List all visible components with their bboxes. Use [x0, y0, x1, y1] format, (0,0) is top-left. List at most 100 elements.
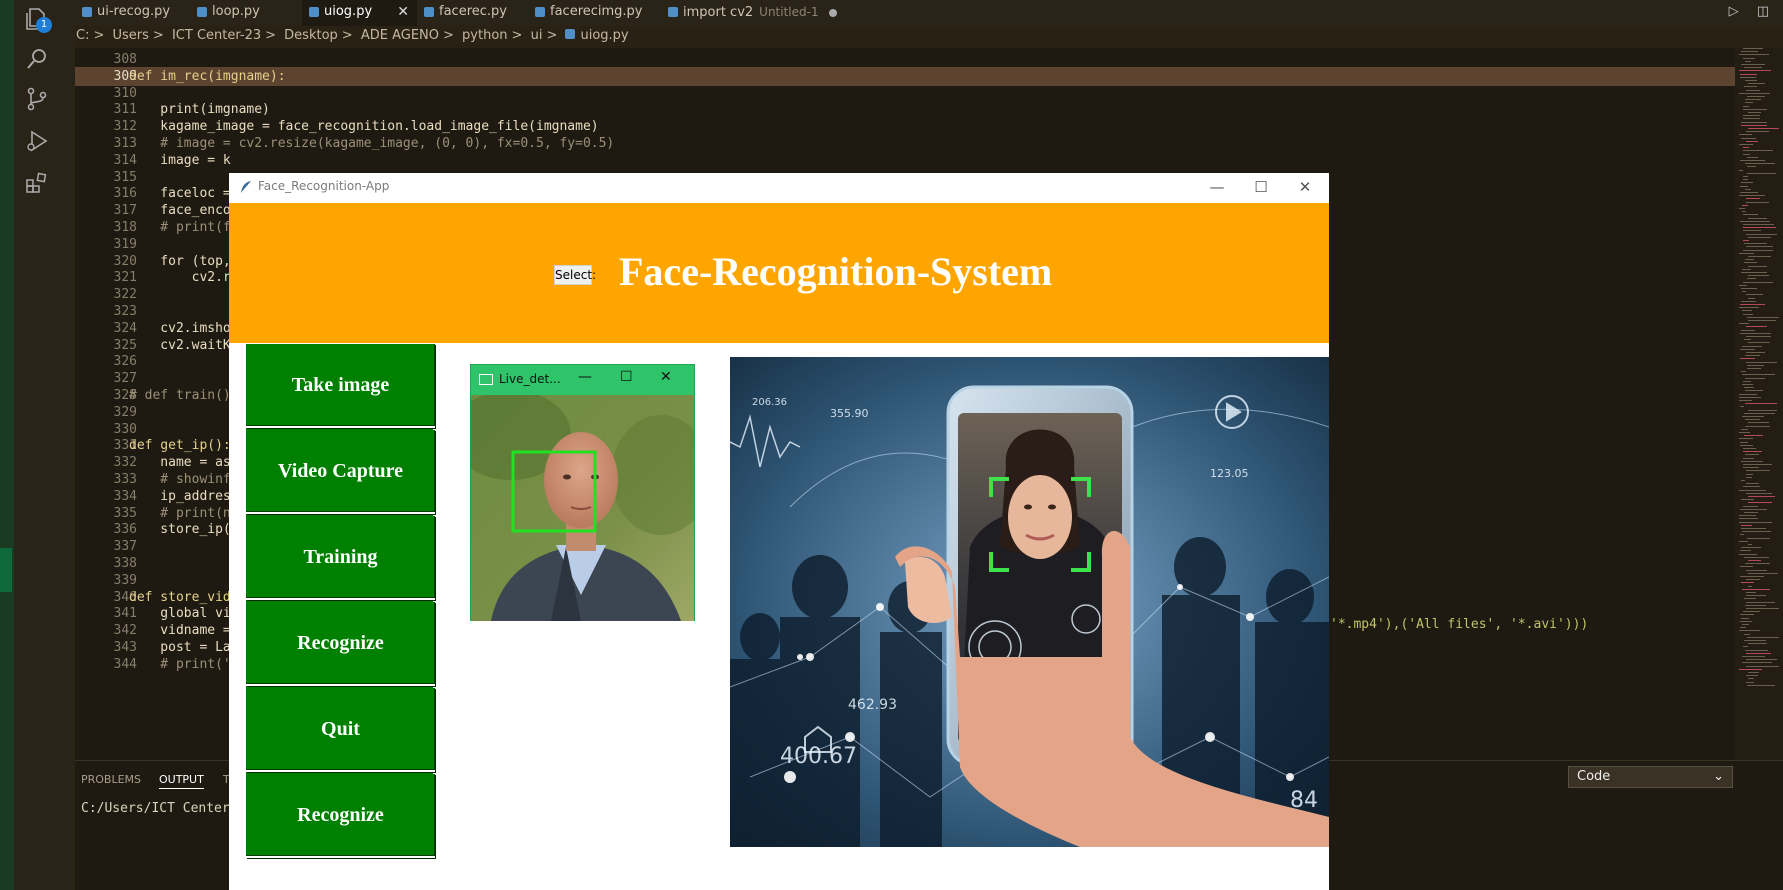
live-window-title: Live_det...: [499, 372, 561, 386]
minimap-line: [1746, 233, 1777, 235]
maximize-icon[interactable]: ☐: [620, 369, 633, 385]
minimap-line: [1748, 672, 1759, 673]
tab-output[interactable]: OUTPUT: [159, 773, 204, 789]
minimap-line: [1742, 662, 1772, 664]
minimap-line: [1746, 569, 1767, 571]
minimap-line: [1741, 371, 1746, 373]
extensions-icon[interactable]: [24, 170, 50, 196]
minimap-line: [1743, 448, 1756, 449]
tab-ui-recog[interactable]: ui-recog.py: [75, 0, 190, 26]
maximize-icon[interactable]: ☐: [1239, 173, 1283, 203]
search-icon[interactable]: [24, 46, 50, 72]
minimap-line: [1745, 403, 1777, 405]
minimap-line: [1740, 192, 1758, 193]
minimap-line: [1743, 118, 1760, 120]
minimap-line: [1743, 179, 1748, 181]
minimap-line: [1742, 416, 1764, 417]
minimap-line: [1741, 137, 1756, 139]
tab-problems[interactable]: PROBLEMS: [81, 773, 141, 786]
line-number: 344: [113, 656, 137, 672]
tab-uiog[interactable]: uiog.py ✕: [302, 0, 417, 26]
tab-facerecimg[interactable]: facerecimg.py: [528, 0, 661, 26]
minimap-line: [1739, 438, 1753, 440]
select-button[interactable]: Select:: [554, 265, 596, 285]
minimap-line: [1748, 128, 1779, 129]
minimap-line: [1747, 96, 1765, 97]
close-tab-icon[interactable]: ✕: [397, 0, 409, 24]
minimap-line: [1746, 675, 1758, 677]
minimap-line: [1740, 620, 1752, 622]
minimap-line: [1743, 281, 1773, 283]
tab-facerec[interactable]: facerec.py: [417, 0, 528, 26]
minimap-line: [1739, 553, 1757, 555]
minimap-line: [1745, 80, 1757, 81]
minimap-line: [1747, 364, 1764, 366]
minimap-line: [1747, 368, 1761, 369]
minimap[interactable]: [1735, 48, 1783, 760]
minimize-icon[interactable]: —: [1195, 173, 1239, 203]
minimap-line: [1747, 684, 1775, 686]
minimap-line: [1741, 428, 1748, 430]
split-editor-icon[interactable]: ◫: [1757, 4, 1769, 19]
minimap-line: [1739, 54, 1769, 56]
minimap-line: [1746, 476, 1752, 478]
minimap-line: [1748, 342, 1770, 344]
minimap-line: [1739, 323, 1749, 325]
minimap-line: [1739, 144, 1753, 145]
minimap-line: [1747, 278, 1756, 280]
overlay-number: 355.90: [830, 407, 869, 420]
minimap-line: [1746, 652, 1771, 654]
video-capture-button[interactable]: Video Capture: [246, 430, 435, 514]
tab-untitled[interactable]: import cv2 Untitled-1: [661, 0, 841, 26]
minimap-line: [1741, 480, 1745, 481]
minimize-icon[interactable]: —: [578, 369, 592, 385]
minimap-line: [1740, 444, 1753, 446]
quit-button[interactable]: Quit: [246, 688, 435, 772]
minimap-line: [1748, 422, 1769, 424]
person-photo: [471, 395, 694, 621]
minimap-line: [1748, 643, 1767, 645]
training-button[interactable]: Training: [246, 516, 435, 600]
take-image-button[interactable]: Take image: [246, 344, 435, 428]
overlay-number: 462.93: [848, 697, 897, 713]
explorer-badge: 1: [36, 17, 52, 33]
minimap-line: [1743, 150, 1773, 152]
desktop-strip: [0, 0, 14, 890]
recognize-button[interactable]: Recognize: [246, 602, 435, 686]
minimap-line: [1746, 665, 1779, 667]
tab-loop[interactable]: loop.py: [190, 0, 302, 26]
minimap-line: [1740, 160, 1765, 161]
desktop-strip-accent: [0, 548, 12, 592]
minimap-line: [1739, 195, 1765, 197]
live-camera-frame: [471, 395, 694, 621]
minimap-line: [1744, 512, 1758, 513]
minimap-line: [1743, 57, 1755, 59]
minimap-line: [1739, 432, 1750, 433]
minimap-line: [1740, 508, 1767, 510]
live-window-titlebar[interactable]: Live_det... — ☐ ✕: [471, 365, 696, 395]
minimap-line: [1745, 355, 1760, 357]
minimap-line: [1744, 435, 1763, 437]
minimap-line: [1744, 633, 1750, 635]
minimap-line: [1743, 380, 1751, 382]
recognize-button-2[interactable]: Recognize: [246, 774, 435, 858]
minimap-line: [1739, 518, 1758, 520]
minimap-line: [1748, 496, 1775, 497]
minimap-line: [1741, 460, 1763, 462]
minimap-line: [1748, 320, 1776, 321]
run-icon[interactable]: ▷: [1729, 4, 1739, 19]
minimap-line: [1746, 579, 1760, 581]
output-channel-select[interactable]: Code ⌄: [1568, 766, 1733, 788]
app-titlebar[interactable]: Face_Recognition-App — ☐ ✕: [229, 173, 1329, 203]
source-control-icon[interactable]: [24, 86, 50, 112]
run-debug-icon[interactable]: [24, 128, 50, 154]
close-icon[interactable]: ✕: [660, 369, 672, 385]
minimap-line: [1746, 326, 1767, 328]
close-icon[interactable]: ✕: [1283, 173, 1327, 203]
minimap-line: [1746, 198, 1760, 200]
minimap-line: [1741, 300, 1756, 302]
minimap-line: [1742, 268, 1751, 270]
minimap-line: [1741, 288, 1757, 289]
minimap-line: [1742, 656, 1765, 657]
minimap-line: [1742, 211, 1746, 213]
